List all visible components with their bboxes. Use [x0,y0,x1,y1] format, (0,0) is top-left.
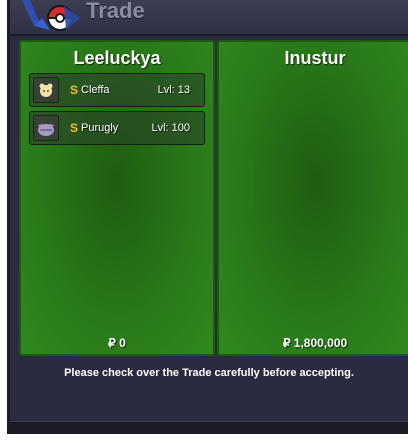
offer-slot-cleffa[interactable]: S Cleffa Lvl: 13 [29,73,205,107]
coin-icon: S [70,121,79,135]
offer-slot-purugly[interactable]: S Purugly Lvl: 100 [29,111,205,145]
my-trainer-name: Leeluckya [73,48,161,68]
coin-icon: S [70,83,79,97]
purugly-sprite-icon [33,115,59,141]
trade-window: Trade Leeluckya S Cleffa Lvl: 13 S Purug… [7,0,408,434]
partner-offer-panel: Inustur ₽ 1,800,000 [217,40,408,356]
my-offer-panel: Leeluckya S Cleffa Lvl: 13 S Purugly Lvl… [19,40,215,356]
pokemon-level: Lvl: 100 [151,122,190,134]
pokemon-name: Cleffa [81,84,110,96]
my-money-offer: ₽ 0 [108,336,126,350]
window-title: Trade [86,0,145,23]
pokemon-level: Lvl: 13 [157,84,190,96]
pokeball-logo-icon [22,0,80,31]
partner-money-offer: ₽ 1,800,000 [282,336,348,350]
cleffa-sprite-icon [33,77,59,103]
title-bar[interactable]: Trade [10,0,408,36]
trade-notice: Please check over the Trade carefully be… [64,367,354,379]
window-bottom-bar [10,421,408,434]
partner-trainer-name: Inustur [284,48,346,68]
pokemon-name: Purugly [81,122,119,134]
